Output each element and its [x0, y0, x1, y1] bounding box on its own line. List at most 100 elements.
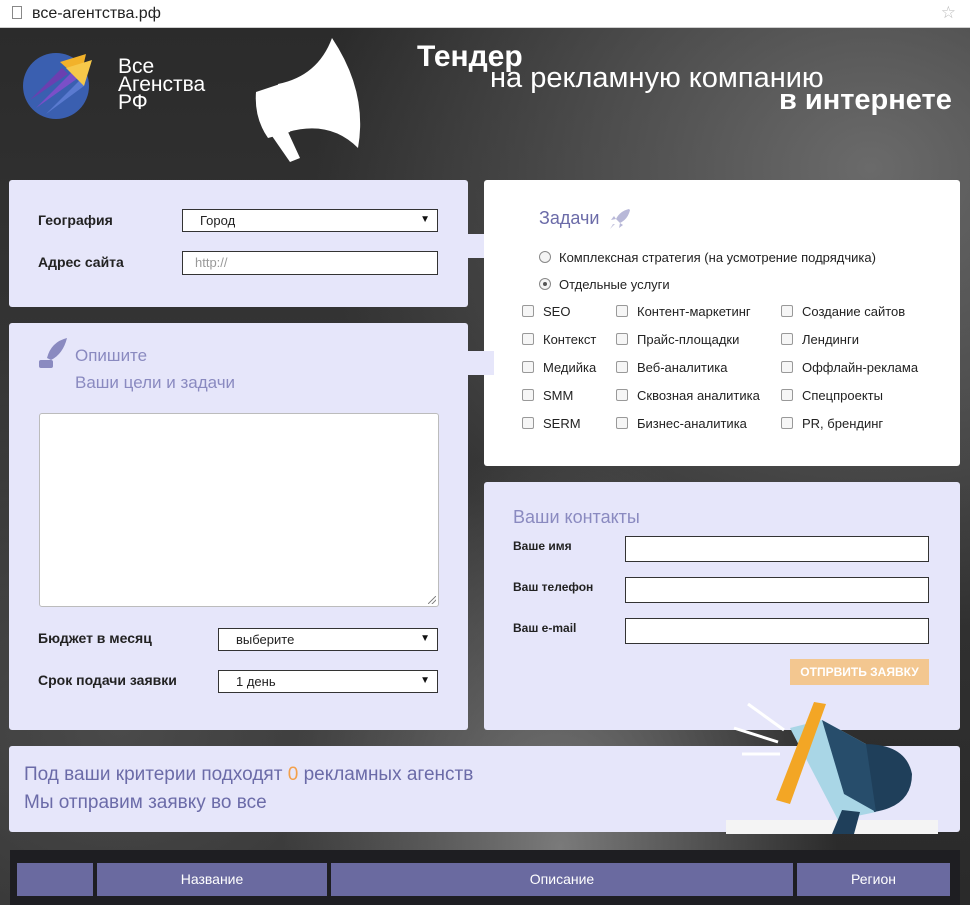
checkbox[interactable]	[616, 305, 628, 317]
budget-select[interactable]: выберите ▼	[218, 628, 438, 651]
phone-label: Ваш телефон	[513, 580, 594, 594]
checkbox-label: Оффлайн-реклама	[802, 360, 919, 375]
checkbox-pr-branding[interactable]: PR, брендинг	[781, 416, 883, 431]
checkbox-seo[interactable]: SEO	[522, 304, 570, 319]
checkbox-label: Создание сайтов	[802, 304, 906, 319]
checkbox[interactable]	[781, 333, 793, 345]
checkbox-smm[interactable]: SMM	[522, 388, 573, 403]
geography-label: География	[38, 212, 113, 228]
checkbox-context[interactable]: Контекст	[522, 332, 596, 347]
checkbox-end-to-end-analytics[interactable]: Сквозная аналитика	[616, 388, 760, 403]
checkbox-business-analytics[interactable]: Бизнес-аналитика	[616, 416, 747, 431]
browser-address-bar[interactable]: все-агентства.рф ☆	[0, 0, 970, 28]
checkbox-label: Контент-маркетинг	[637, 304, 751, 319]
checkbox-special-projects[interactable]: Спецпроекты	[781, 388, 883, 403]
resize-grip-icon[interactable]	[428, 596, 436, 604]
geography-panel	[9, 180, 468, 307]
checkbox[interactable]	[781, 417, 793, 429]
geography-select-value: Город	[200, 213, 236, 228]
checkbox[interactable]	[522, 389, 534, 401]
checkbox-media[interactable]: Медийка	[522, 360, 596, 375]
goals-textarea[interactable]	[39, 413, 439, 607]
result-suffix: рекламных агенств	[303, 764, 474, 785]
radio-label: Комплексная стратегия (на усмотрение под…	[559, 250, 876, 265]
deadline-select[interactable]: 1 день ▼	[218, 670, 438, 693]
checkbox[interactable]	[616, 389, 628, 401]
site-label: Адрес сайта	[38, 254, 124, 270]
tasks-title: Задачи	[539, 208, 600, 228]
checkbox[interactable]	[522, 305, 534, 317]
checkbox[interactable]	[616, 417, 628, 429]
checkbox-label: Спецпроекты	[802, 388, 883, 403]
table-header-description[interactable]: Описание	[331, 863, 793, 896]
radio-label: Отдельные услуги	[559, 277, 670, 292]
name-label: Ваше имя	[513, 539, 572, 553]
checkbox-label: SERM	[543, 416, 581, 431]
quill-icon	[39, 338, 67, 368]
checkbox-label: SEO	[543, 304, 571, 319]
name-input[interactable]	[625, 536, 929, 562]
result-line-2: Мы отправим заявку во все	[24, 792, 267, 813]
radio-button[interactable]	[539, 251, 551, 263]
rocket-icon	[610, 209, 630, 229]
url-text[interactable]: все-агентства.рф	[32, 5, 161, 23]
checkbox-landings[interactable]: Лендинги	[781, 332, 859, 347]
checkbox-web-analytics[interactable]: Веб-аналитика	[616, 360, 727, 375]
header-title-line-2: на рекламную компанию	[490, 62, 824, 94]
checkbox[interactable]	[522, 417, 534, 429]
radio-button-selected[interactable]	[539, 278, 551, 290]
checkbox-label: Прайс-площадки	[637, 332, 740, 347]
radio-complex-strategy[interactable]: Комплексная стратегия (на усмотрение под…	[539, 250, 876, 265]
page-icon	[12, 6, 22, 19]
checkbox-label: Контекст	[543, 332, 597, 347]
email-input[interactable]	[625, 618, 929, 644]
logo-line-3: РФ	[118, 91, 148, 114]
checkbox-site-creation[interactable]: Создание сайтов	[781, 304, 905, 319]
submit-button[interactable]: ОТПРВИТЬ ЗАЯВКУ	[790, 659, 929, 685]
site-input[interactable]: http://	[182, 251, 438, 275]
checkbox[interactable]	[522, 333, 534, 345]
result-line-1: Под ваши критерии подходят 0 рекламных а…	[24, 764, 473, 786]
describe-title-line-2: Ваши цели и задачи	[75, 373, 236, 392]
checkbox-label: Веб-аналитика	[637, 360, 728, 375]
checkbox[interactable]	[522, 361, 534, 373]
contacts-title: Ваши контакты	[513, 507, 640, 527]
caret-down-icon: ▼	[420, 214, 430, 225]
table-header-blank	[17, 863, 93, 896]
checkbox[interactable]	[781, 305, 793, 317]
checkbox[interactable]	[616, 333, 628, 345]
checkbox-label: PR, брендинг	[802, 416, 884, 431]
checkbox-label: Лендинги	[802, 332, 859, 347]
checkbox-label: SMM	[543, 388, 574, 403]
checkbox-label: Медийка	[543, 360, 597, 375]
checkbox-content-marketing[interactable]: Контент-маркетинг	[616, 304, 751, 319]
caret-down-icon: ▼	[420, 675, 430, 686]
table-header-region[interactable]: Регион	[797, 863, 950, 896]
describe-title: Опишите Ваши цели и задачи	[75, 342, 235, 396]
logo-icon[interactable]	[22, 48, 96, 122]
budget-select-value: выберите	[236, 632, 295, 647]
table-header-name[interactable]: Название	[97, 863, 327, 896]
phone-input[interactable]	[625, 577, 929, 603]
checkbox-offline-ads[interactable]: Оффлайн-реклама	[781, 360, 918, 375]
email-label: Ваш e-mail	[513, 621, 577, 635]
caret-down-icon: ▼	[420, 633, 430, 644]
checkbox-serm[interactable]: SERM	[522, 416, 581, 431]
checkbox[interactable]	[781, 361, 793, 373]
megaphone-illustration-icon	[726, 702, 938, 834]
result-prefix: Под ваши критерии подходят	[24, 764, 283, 785]
budget-label: Бюджет в месяц	[38, 630, 152, 646]
checkbox[interactable]	[616, 361, 628, 373]
deadline-label: Срок подачи заявки	[38, 672, 177, 688]
megaphone-icon	[255, 38, 361, 162]
site-input-placeholder: http://	[195, 255, 228, 270]
checkbox-price-platforms[interactable]: Прайс-площадки	[616, 332, 739, 347]
geography-select[interactable]: Город ▼	[182, 209, 438, 232]
checkbox[interactable]	[781, 389, 793, 401]
describe-title-line-1: Опишите	[75, 346, 148, 365]
logo-text[interactable]: Все Агенства РФ	[118, 56, 205, 114]
header-title-line-3: в интернете	[779, 84, 952, 116]
bookmark-star-icon[interactable]: ☆	[941, 3, 956, 23]
radio-separate-services[interactable]: Отдельные услуги	[539, 277, 670, 292]
checkbox-label: Сквозная аналитика	[637, 388, 760, 403]
